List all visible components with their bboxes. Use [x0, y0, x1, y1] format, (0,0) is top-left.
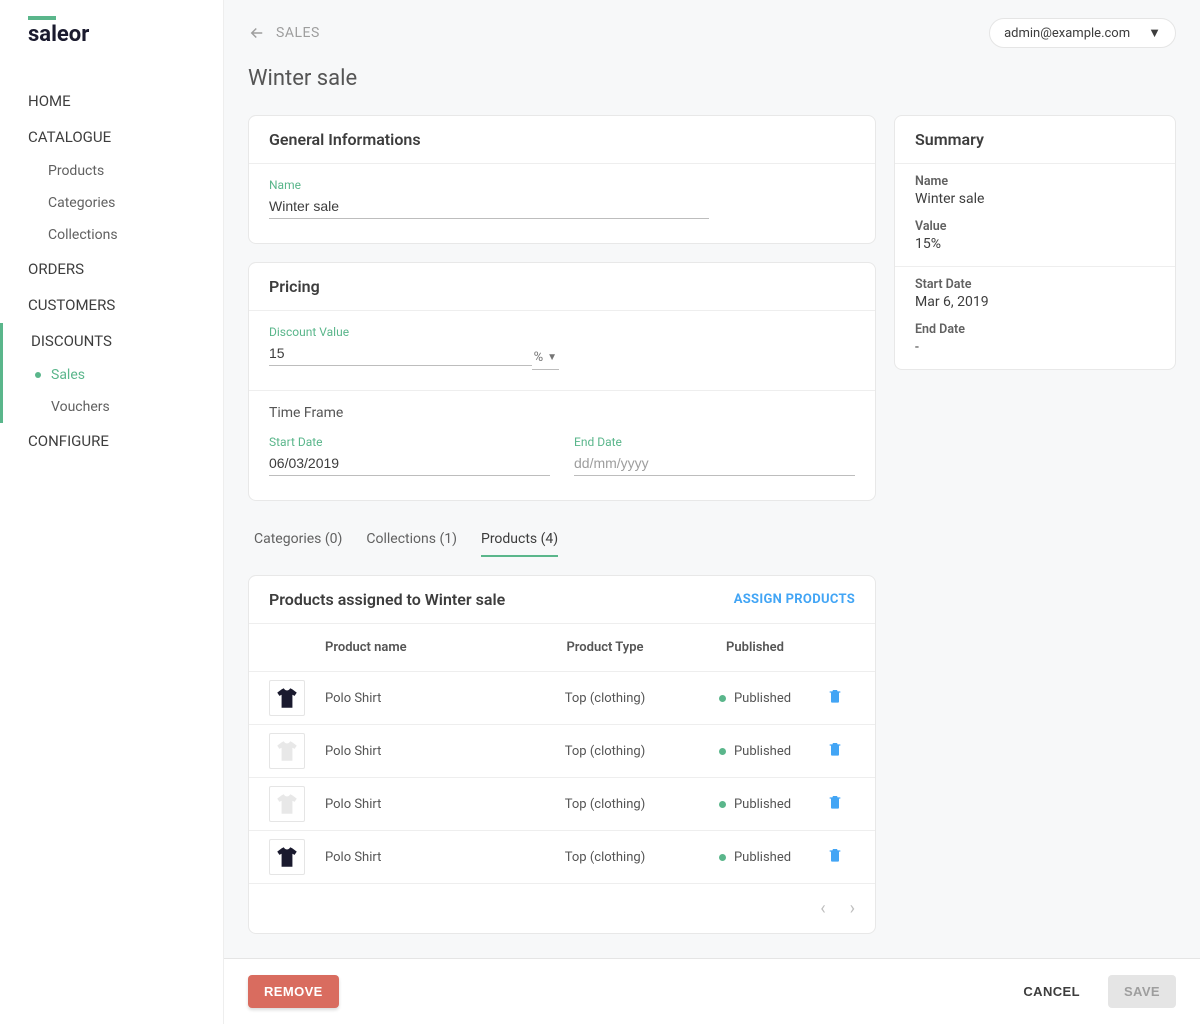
- col-product-name: Product name: [325, 640, 515, 655]
- cell-published: Published: [734, 797, 791, 812]
- save-button[interactable]: SAVE: [1108, 975, 1176, 1008]
- status-dot-icon: [719, 854, 726, 861]
- table-row[interactable]: Polo Shirt Top (clothing) Published: [249, 831, 875, 884]
- tab-categories[interactable]: Categories (0): [254, 523, 342, 557]
- trash-icon: [827, 688, 843, 704]
- pricing-card: Pricing Discount Value % ▼: [248, 262, 876, 501]
- start-date-input[interactable]: [269, 451, 550, 476]
- nav-orders[interactable]: ORDERS: [0, 251, 223, 287]
- general-heading: General Informations: [249, 116, 875, 164]
- col-published: Published: [695, 640, 815, 655]
- shirt-icon: [274, 791, 300, 817]
- pager-next[interactable]: ›: [850, 898, 855, 919]
- assign-products-button[interactable]: ASSIGN PRODUCTS: [734, 592, 855, 607]
- start-date-label: Start Date: [269, 435, 550, 449]
- cell-name: Polo Shirt: [325, 744, 515, 759]
- trash-icon: [827, 794, 843, 810]
- end-date-label: End Date: [574, 435, 855, 449]
- caret-down-icon: ▼: [1148, 25, 1161, 41]
- nav-vouchers[interactable]: Vouchers: [3, 391, 223, 423]
- nav-sales[interactable]: Sales: [3, 359, 223, 391]
- summary-start-label: Start Date: [915, 277, 1155, 292]
- table-row[interactable]: Polo Shirt Top (clothing) Published: [249, 725, 875, 778]
- nav-configure[interactable]: CONFIGURE: [0, 423, 223, 459]
- pricing-heading: Pricing: [249, 263, 875, 311]
- table-row[interactable]: Polo Shirt Top (clothing) Published: [249, 778, 875, 831]
- end-date-input[interactable]: [574, 451, 855, 476]
- products-table-title: Products assigned to Winter sale: [269, 590, 505, 609]
- table-row[interactable]: Polo Shirt Top (clothing) Published: [249, 672, 875, 725]
- summary-end-value: -: [915, 339, 1155, 355]
- product-thumb: [269, 839, 305, 875]
- status-dot-icon: [719, 695, 726, 702]
- arrow-left-icon: [248, 24, 266, 42]
- sidebar: saleor HOME CATALOGUE Products Categorie…: [0, 0, 224, 1024]
- name-label: Name: [269, 178, 709, 192]
- nav-customers[interactable]: CUSTOMERS: [0, 287, 223, 323]
- nav-categories[interactable]: Categories: [0, 187, 223, 219]
- delete-button[interactable]: [827, 852, 843, 867]
- nav: HOME CATALOGUE Products Categories Colle…: [0, 83, 223, 459]
- nav-home[interactable]: HOME: [0, 83, 223, 119]
- nav-products[interactable]: Products: [0, 155, 223, 187]
- nav-collections[interactable]: Collections: [0, 219, 223, 251]
- name-input[interactable]: [269, 194, 709, 219]
- footer: REMOVE CANCEL SAVE: [224, 958, 1200, 1024]
- summary-name-value: Winter sale: [915, 191, 1155, 207]
- cell-published: Published: [734, 850, 791, 865]
- product-thumb: [269, 786, 305, 822]
- col-product-type: Product Type: [515, 640, 695, 655]
- remove-button[interactable]: REMOVE: [248, 975, 339, 1008]
- summary-heading: Summary: [895, 116, 1175, 164]
- caret-down-icon: ▼: [547, 352, 557, 363]
- cell-type: Top (clothing): [515, 691, 695, 706]
- shirt-icon: [274, 738, 300, 764]
- page-title: Winter sale: [224, 48, 1200, 115]
- cell-name: Polo Shirt: [325, 797, 515, 812]
- product-thumb: [269, 680, 305, 716]
- summary-start-value: Mar 6, 2019: [915, 294, 1155, 310]
- delete-button[interactable]: [827, 799, 843, 814]
- nav-catalogue[interactable]: CATALOGUE: [0, 119, 223, 155]
- status-dot-icon: [719, 801, 726, 808]
- cell-type: Top (clothing): [515, 744, 695, 759]
- trash-icon: [827, 847, 843, 863]
- discount-unit-label: %: [534, 350, 544, 365]
- summary-value-label: Value: [915, 219, 1155, 234]
- cell-name: Polo Shirt: [325, 850, 515, 865]
- tab-collections[interactable]: Collections (1): [366, 523, 457, 557]
- user-menu[interactable]: admin@example.com ▼: [989, 18, 1176, 48]
- general-card: General Informations Name: [248, 115, 876, 244]
- breadcrumb-back[interactable]: SALES: [248, 24, 320, 42]
- nav-discounts[interactable]: DISCOUNTS: [3, 323, 223, 359]
- discount-unit-select[interactable]: % ▼: [532, 346, 559, 370]
- timeframe-heading: Time Frame: [269, 405, 855, 421]
- shirt-icon: [274, 844, 300, 870]
- breadcrumb-label: SALES: [276, 25, 320, 41]
- discount-label: Discount Value: [269, 325, 532, 339]
- delete-button[interactable]: [827, 746, 843, 761]
- tab-products[interactable]: Products (4): [481, 523, 558, 557]
- summary-end-label: End Date: [915, 322, 1155, 337]
- status-dot-icon: [719, 748, 726, 755]
- summary-card: Summary Name Winter sale Value 15%: [894, 115, 1176, 370]
- cell-name: Polo Shirt: [325, 691, 515, 706]
- summary-name-label: Name: [915, 174, 1155, 189]
- cell-type: Top (clothing): [515, 850, 695, 865]
- user-email: admin@example.com: [1004, 26, 1130, 41]
- summary-value-value: 15%: [915, 236, 1155, 252]
- discount-input[interactable]: [269, 341, 532, 366]
- pager-prev[interactable]: ‹: [820, 898, 825, 919]
- cell-published: Published: [734, 691, 791, 706]
- shirt-icon: [274, 685, 300, 711]
- trash-icon: [827, 741, 843, 757]
- tabs: Categories (0) Collections (1) Products …: [248, 523, 876, 557]
- delete-button[interactable]: [827, 693, 843, 708]
- cell-type: Top (clothing): [515, 797, 695, 812]
- logo: saleor: [0, 10, 223, 53]
- cancel-button[interactable]: CANCEL: [1007, 975, 1096, 1008]
- product-thumb: [269, 733, 305, 769]
- cell-published: Published: [734, 744, 791, 759]
- products-card: Products assigned to Winter sale ASSIGN …: [248, 575, 876, 934]
